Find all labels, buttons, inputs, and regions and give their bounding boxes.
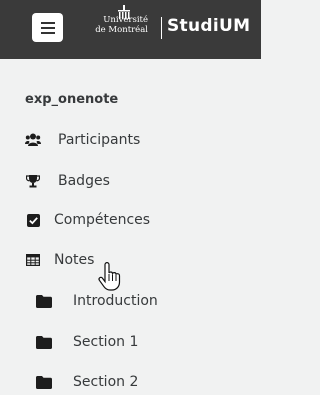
nav-item-label: Notes [54, 252, 95, 268]
brand-name[interactable]: StudiUM [167, 16, 250, 36]
users-icon [25, 132, 41, 148]
nav-item-notes[interactable]: Notes [25, 249, 94, 271]
top-navbar: Université de Montréal StudiUM [0, 0, 261, 59]
nav-item-label: Badges [58, 173, 110, 189]
trophy-icon [25, 173, 41, 189]
logo-divider [161, 17, 162, 39]
logo-line-2: de Montréal [95, 25, 148, 35]
nav-item-label: Introduction [73, 293, 158, 309]
nav-item-section-introduction[interactable]: Introduction [36, 290, 158, 312]
checkbox-icon [25, 212, 41, 228]
folder-icon [36, 293, 52, 309]
table-icon [25, 252, 41, 268]
nav-item-label: Section 2 [73, 374, 139, 390]
folder-icon [36, 334, 52, 350]
nav-item-label: Compétences [54, 212, 151, 228]
university-logo[interactable]: Université de Montréal [78, 15, 148, 35]
nav-item-competences[interactable]: Compétences [25, 209, 150, 231]
menu-toggle-button[interactable] [32, 13, 63, 42]
hamburger-icon [40, 21, 55, 34]
folder-icon [36, 374, 52, 390]
hand-pointer-cursor-icon [98, 262, 121, 291]
nav-item-badges[interactable]: Badges [25, 170, 110, 192]
nav-item-label: Participants [58, 132, 141, 148]
nav-item-section-1[interactable]: Section 1 [36, 331, 138, 353]
nav-item-participants[interactable]: Participants [25, 129, 140, 151]
nav-item-label: Section 1 [73, 334, 139, 350]
nav-item-section-2[interactable]: Section 2 [36, 371, 138, 393]
logo-line-1: Université [103, 15, 148, 25]
course-title[interactable]: exp_onenote [25, 92, 118, 107]
